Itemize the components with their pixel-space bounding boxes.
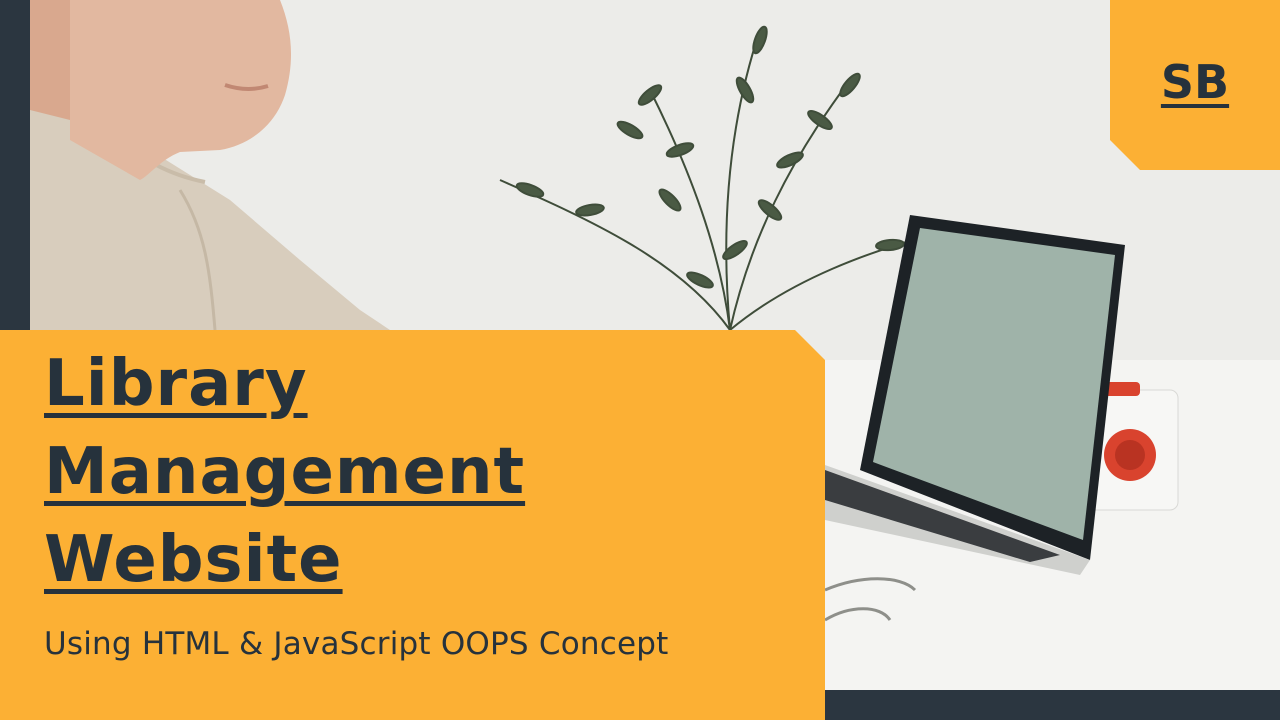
left-dark-strip xyxy=(0,0,30,330)
logo-text: SB xyxy=(1160,55,1230,109)
title-line-2: Management xyxy=(44,435,526,509)
bottom-dark-strip xyxy=(825,690,1280,720)
subtitle: Using HTML & JavaScript OOPS Concept xyxy=(44,626,669,662)
logo-badge: SB xyxy=(1110,0,1280,170)
title-line-3: Website xyxy=(44,523,343,597)
page-title: Library Management Website xyxy=(44,340,525,604)
title-line-1: Library xyxy=(44,347,308,421)
